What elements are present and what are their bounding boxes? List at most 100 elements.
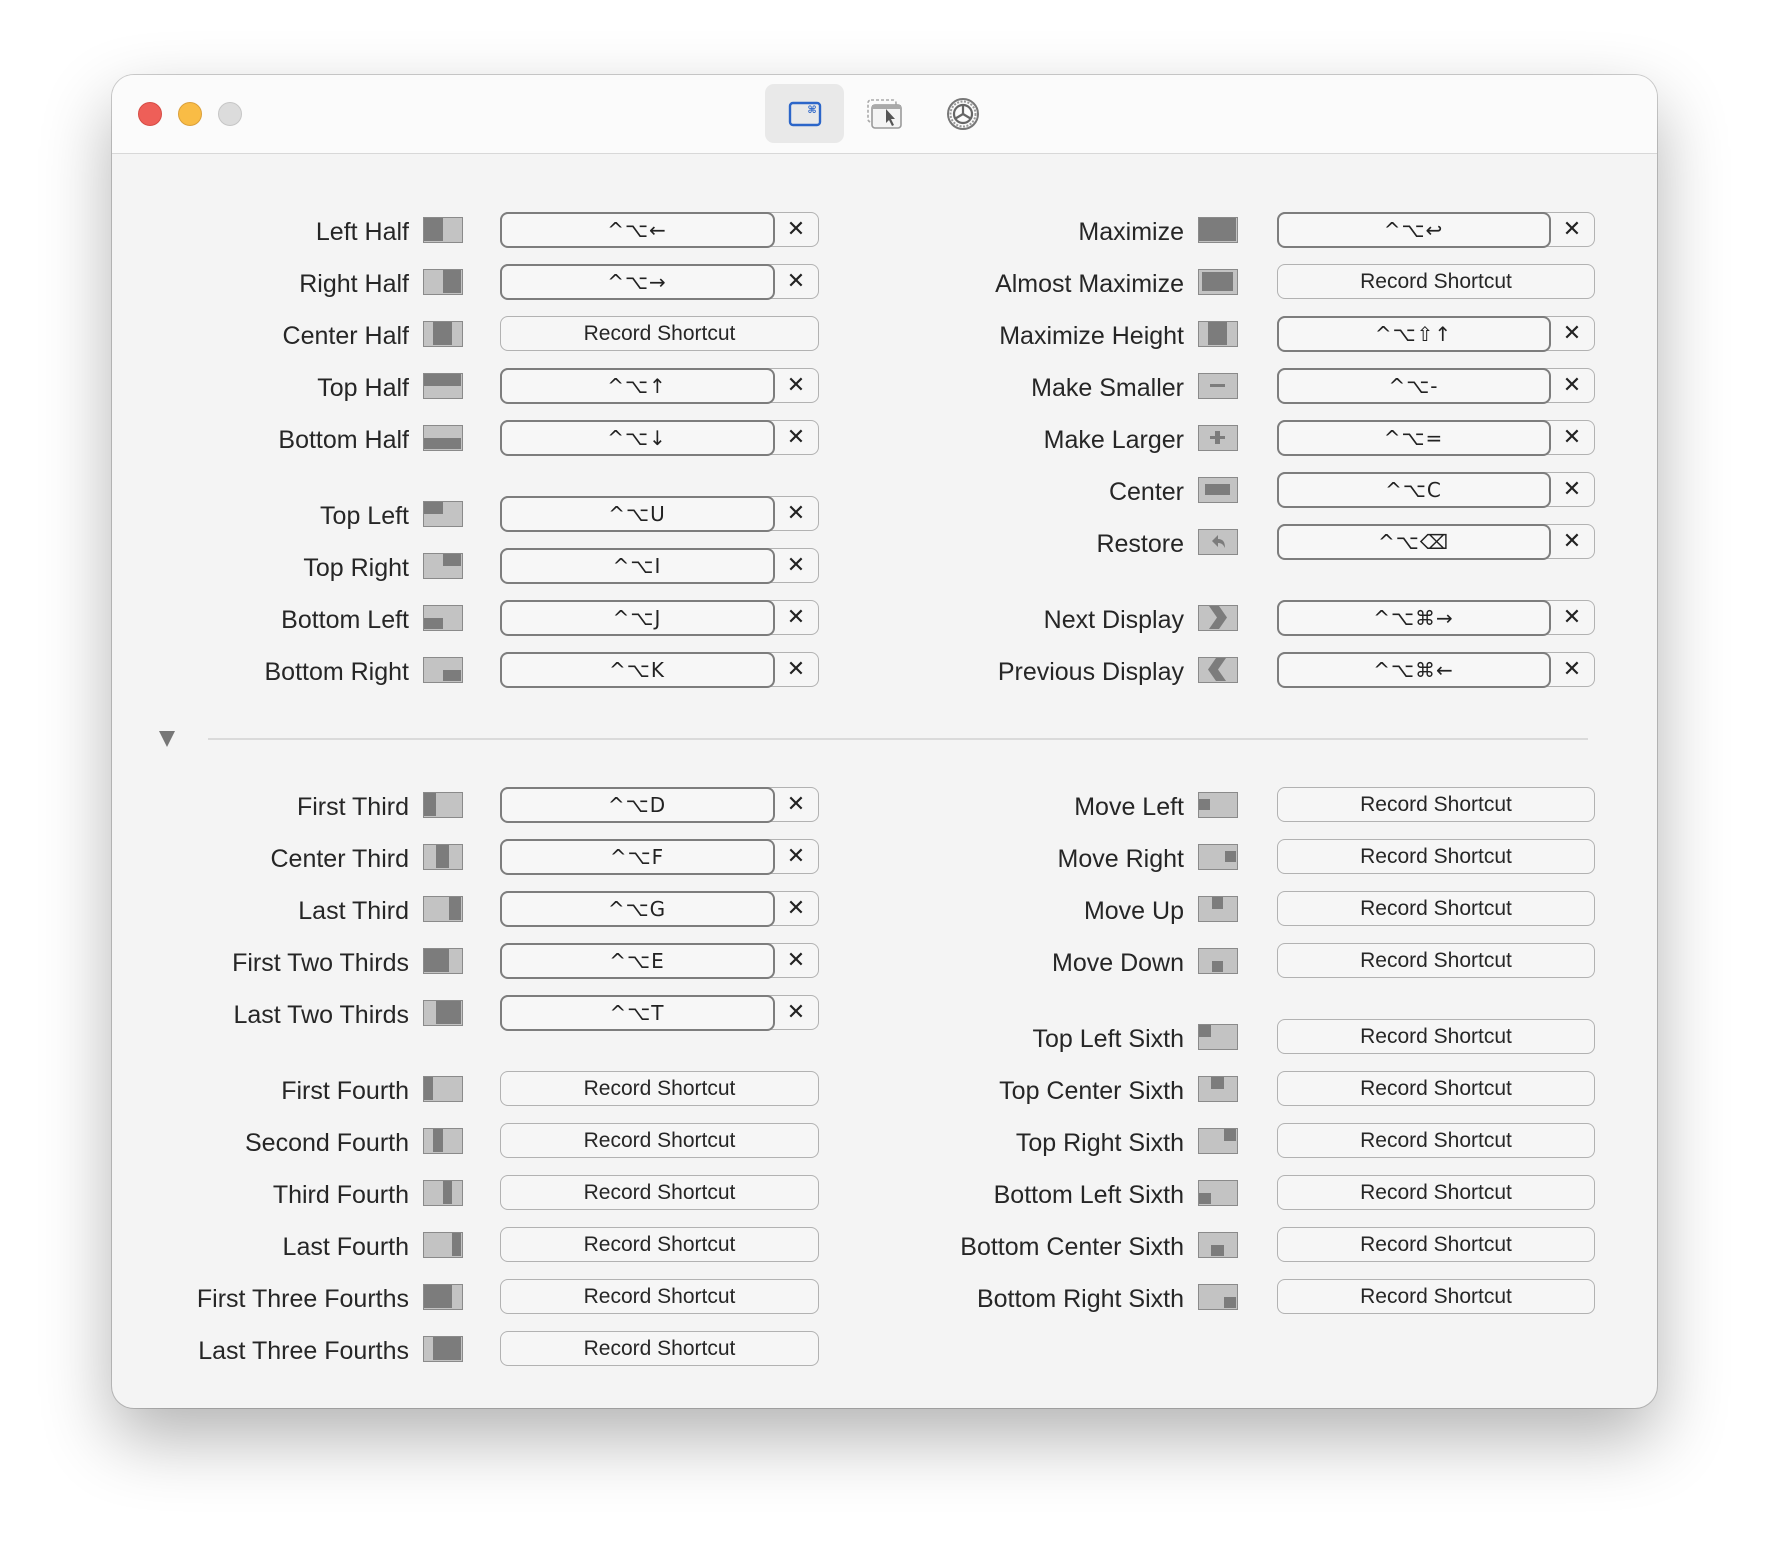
clear-shortcut-button[interactable]: ✕ bbox=[1550, 601, 1594, 634]
shortcut-row-top-left-sixth: Top Left Sixth Record Shortcut bbox=[112, 1019, 1657, 1055]
almost-maximize-icon bbox=[1198, 269, 1238, 295]
shortcut-recorder[interactable]: ^⌥⌫ bbox=[1276, 523, 1551, 560]
label-wrap: Make Smaller bbox=[112, 368, 1184, 404]
icon-fill bbox=[1211, 1077, 1224, 1089]
icon-fill bbox=[1201, 272, 1234, 291]
label-wrap: Top Left Sixth bbox=[112, 1019, 1184, 1055]
action-label: Top Left Sixth bbox=[1032, 1025, 1184, 1053]
bottom-left-sixth-icon bbox=[1198, 1180, 1238, 1206]
action-label: Move Left bbox=[1074, 793, 1184, 821]
minimize-button[interactable] bbox=[178, 102, 202, 126]
bottom-center-sixth-icon bbox=[1198, 1232, 1238, 1258]
top-center-sixth-icon bbox=[1198, 1076, 1238, 1102]
shortcut-row-last-three-fourths: Last Three Fourths Record Shortcut bbox=[112, 1331, 1657, 1367]
icon-fill bbox=[1211, 960, 1224, 972]
record-shortcut-button[interactable]: Record Shortcut bbox=[1277, 264, 1595, 299]
shortcut-recorder[interactable]: ^⌥- bbox=[1276, 367, 1551, 404]
label-wrap: Maximize bbox=[112, 212, 1184, 248]
action-label: Maximize Height bbox=[999, 322, 1184, 350]
shortcut-row-make-larger: Make Larger ^⌥= ✕ bbox=[112, 419, 1657, 456]
label-wrap: Center bbox=[112, 472, 1184, 508]
shortcut-recorder[interactable]: ^⌥= bbox=[1276, 419, 1551, 456]
action-label: Move Down bbox=[1052, 949, 1184, 977]
icon-fill bbox=[1199, 218, 1236, 241]
last-three-fourths-icon bbox=[423, 1336, 463, 1362]
label-wrap: Almost Maximize bbox=[112, 264, 1184, 300]
clear-shortcut-button[interactable]: ✕ bbox=[1550, 421, 1594, 454]
icon-fill bbox=[1224, 850, 1236, 863]
shortcut-row-previous-display: Previous Display ^⌥⌘← ✕ bbox=[112, 651, 1657, 688]
shortcut-recorder[interactable]: ^⌥↩ bbox=[1276, 211, 1551, 248]
shortcut-field: ^⌥C ✕ bbox=[1276, 471, 1595, 508]
tab-keyboard-shortcuts[interactable]: ⌘ bbox=[765, 84, 844, 143]
record-shortcut-button[interactable]: Record Shortcut bbox=[1277, 1175, 1595, 1210]
label-wrap: Move Down bbox=[112, 943, 1184, 979]
clear-shortcut-button[interactable]: ✕ bbox=[1550, 213, 1594, 246]
shortcut-field: ^⌥↩ ✕ bbox=[1276, 211, 1595, 248]
command-window-icon: ⌘ bbox=[788, 101, 821, 126]
zoom-button[interactable] bbox=[218, 102, 242, 126]
shortcut-recorder[interactable]: ^⌥⇧↑ bbox=[1276, 315, 1551, 352]
svg-text:⌘: ⌘ bbox=[807, 105, 816, 116]
shortcut-recorder[interactable]: ^⌥C bbox=[1276, 471, 1551, 508]
clear-shortcut-button[interactable]: ✕ bbox=[1550, 317, 1594, 350]
action-label: Make Smaller bbox=[1031, 374, 1184, 402]
maximize-height-icon bbox=[1198, 321, 1238, 347]
record-shortcut-button[interactable]: Record Shortcut bbox=[1277, 839, 1595, 874]
record-shortcut-button[interactable]: Record Shortcut bbox=[1277, 1019, 1595, 1054]
action-label: Last Three Fourths bbox=[198, 1337, 409, 1365]
close-button[interactable] bbox=[138, 102, 162, 126]
record-shortcut-button[interactable]: Record Shortcut bbox=[1277, 1227, 1595, 1262]
record-shortcut-button[interactable]: Record Shortcut bbox=[1277, 891, 1595, 926]
action-label: Center bbox=[1108, 478, 1184, 506]
tab-snap-areas[interactable] bbox=[845, 84, 924, 143]
record-shortcut-button[interactable]: Record Shortcut bbox=[1277, 1071, 1595, 1106]
move-left-icon bbox=[1198, 792, 1238, 818]
move-down-icon bbox=[1198, 948, 1238, 974]
shortcut-recorder[interactable]: ^⌥⌘→ bbox=[1276, 599, 1551, 636]
label-wrap: Bottom Center Sixth bbox=[112, 1227, 1184, 1263]
shortcut-row-move-down: Move Down Record Shortcut bbox=[112, 943, 1657, 979]
shortcut-row-bottom-center-sixth: Bottom Center Sixth Record Shortcut bbox=[112, 1227, 1657, 1263]
shortcut-field: ^⌥⌫ ✕ bbox=[1276, 523, 1595, 560]
record-shortcut-button[interactable]: Record Shortcut bbox=[1277, 1279, 1595, 1314]
clear-shortcut-button[interactable]: ✕ bbox=[1550, 653, 1594, 686]
label-wrap: Maximize Height bbox=[112, 316, 1184, 352]
tab-settings[interactable] bbox=[923, 84, 1002, 143]
shortcut-row-restore: Restore ^⌥⌫ ✕ bbox=[112, 523, 1657, 560]
action-label: Bottom Right Sixth bbox=[976, 1285, 1184, 1313]
icon-fill bbox=[1215, 430, 1220, 445]
action-label: Previous Display bbox=[997, 658, 1184, 686]
label-wrap: Move Up bbox=[112, 891, 1184, 927]
shortcut-recorder[interactable]: ^⌥⌘← bbox=[1276, 651, 1551, 688]
record-shortcut-button[interactable]: Record Shortcut bbox=[1277, 1123, 1595, 1158]
icon-fill bbox=[1208, 322, 1227, 345]
label-wrap: Move Left bbox=[112, 787, 1184, 823]
icon-fill bbox=[1205, 483, 1230, 496]
label-wrap: Make Larger bbox=[112, 420, 1184, 456]
action-label: Move Right bbox=[1057, 845, 1184, 873]
bottom-right-sixth-icon bbox=[1198, 1284, 1238, 1310]
window-cursor-icon bbox=[866, 98, 902, 129]
shortcut-row-move-right: Move Right Record Shortcut bbox=[112, 839, 1657, 875]
icon-fill bbox=[1211, 897, 1224, 909]
label-wrap: Last Three Fourths bbox=[112, 1331, 409, 1367]
record-shortcut-button[interactable]: Record Shortcut bbox=[1277, 943, 1595, 978]
clear-shortcut-button[interactable]: ✕ bbox=[1550, 525, 1594, 558]
shortcut-field: ^⌥⌘← ✕ bbox=[1276, 651, 1595, 688]
action-label: Next Display bbox=[1043, 606, 1184, 634]
clear-shortcut-button[interactable]: ✕ bbox=[1550, 369, 1594, 402]
icon-fill bbox=[1199, 1025, 1212, 1037]
shortcut-field: ^⌥⌘→ ✕ bbox=[1276, 599, 1595, 636]
icon-fill bbox=[1211, 1244, 1224, 1256]
make-smaller-icon bbox=[1198, 373, 1238, 399]
disclosure-triangle[interactable] bbox=[159, 731, 175, 747]
restore-icon bbox=[1198, 529, 1238, 555]
record-shortcut-button[interactable]: Record Shortcut bbox=[500, 1331, 819, 1366]
record-shortcut-button[interactable]: Record Shortcut bbox=[1277, 787, 1595, 822]
move-up-icon bbox=[1198, 896, 1238, 922]
action-label: Top Center Sixth bbox=[999, 1077, 1184, 1105]
clear-shortcut-button[interactable]: ✕ bbox=[1550, 473, 1594, 506]
shortcut-row-make-smaller: Make Smaller ^⌥- ✕ bbox=[112, 367, 1657, 404]
maximize-icon bbox=[1198, 217, 1238, 243]
